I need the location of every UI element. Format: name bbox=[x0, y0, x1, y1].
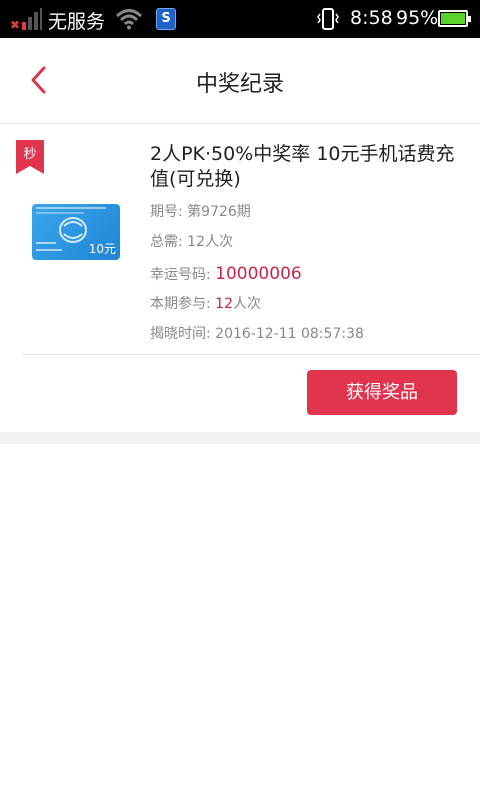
header: 中奖纪录 bbox=[0, 38, 480, 124]
get-prize-button[interactable]: 获得奖品 bbox=[307, 370, 457, 415]
svg-text:✖: ✖ bbox=[10, 18, 20, 30]
record-info: 2人PK·50%中奖率 10元手机话费充值(可兑换) 期号: 第9726期 总需… bbox=[150, 142, 470, 344]
joined-count: 12 bbox=[215, 296, 233, 312]
page-title: 中奖纪录 bbox=[195, 72, 284, 97]
joined-row: 本期参与: 12人次 bbox=[150, 294, 470, 314]
joined-label: 本期参与: bbox=[150, 296, 211, 312]
card-amount: 10元 bbox=[88, 242, 116, 256]
battery-icon bbox=[438, 10, 471, 27]
period-label: 期号: bbox=[150, 204, 183, 220]
total-row: 总需: 12人次 bbox=[150, 232, 470, 252]
reveal-time: 2016-12-11 08:57:38 bbox=[215, 326, 364, 342]
badge-label: 秒 bbox=[23, 147, 37, 162]
clock: 8:58 bbox=[350, 7, 393, 29]
wifi-icon bbox=[116, 9, 142, 30]
status-bar: ✖ 无服务 S 8:58 95% bbox=[0, 0, 480, 38]
period-value: 第9726期 bbox=[187, 204, 251, 220]
reveal-label: 揭晓时间: bbox=[150, 326, 211, 342]
lucky-label: 幸运号码: bbox=[150, 267, 211, 283]
period-row: 期号: 第9726期 bbox=[150, 202, 470, 222]
carrier-label: 无服务 bbox=[48, 11, 106, 33]
app-notification-icon: S bbox=[156, 8, 176, 30]
total-label: 总需: bbox=[150, 234, 183, 250]
section-gap bbox=[0, 432, 480, 444]
flash-sale-badge: 秒 bbox=[16, 140, 44, 174]
lucky-number-row: 幸运号码: 10000006 bbox=[150, 264, 470, 284]
no-signal-icon: ✖ bbox=[10, 8, 42, 30]
product-name[interactable]: 2人PK·50%中奖率 10元手机话费充值(可兑换) bbox=[150, 142, 470, 192]
product-thumbnail[interactable]: 10元 bbox=[32, 204, 120, 260]
total-value: 12人次 bbox=[187, 234, 233, 250]
joined-unit: 人次 bbox=[233, 296, 261, 312]
lucky-number: 10000006 bbox=[215, 264, 302, 284]
vibrate-icon bbox=[317, 8, 339, 30]
battery-percent: 95% bbox=[396, 7, 439, 29]
china-mobile-logo-icon bbox=[59, 217, 87, 243]
reveal-time-row: 揭晓时间: 2016-12-11 08:57:38 bbox=[150, 324, 470, 344]
winning-record-card: 秒 10元 2人PK·50%中奖率 10元手机话费充值(可兑换) 期号: 第97… bbox=[0, 124, 480, 432]
divider bbox=[22, 354, 480, 355]
